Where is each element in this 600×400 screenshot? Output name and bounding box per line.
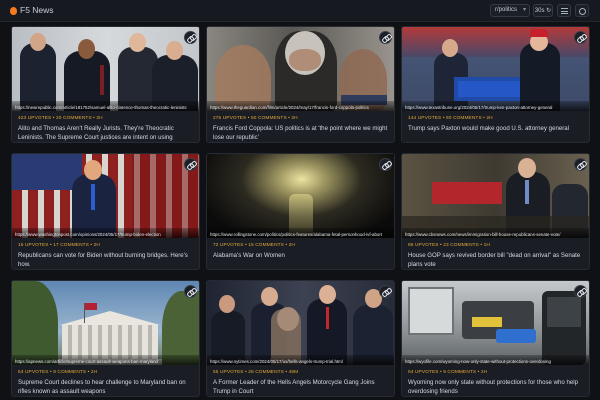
article-url: https://www.theguardian.com/film/article… [210,105,369,110]
grid-icon [561,8,568,14]
post-title[interactable]: A Former Leader of the Hells Angels Moto… [213,379,391,396]
open-link-icon[interactable] [379,158,392,171]
thumbnail-image[interactable]: https://www.rollingstone.com/politics/po… [207,154,394,238]
news-card[interactable]: https://www.texastribune.org/2024/05/17/… [401,26,590,143]
thumbnail-image[interactable]: https://www.nytimes.com/2024/05/17/us/he… [207,281,394,365]
gear-icon [579,8,586,15]
news-card[interactable]: https://www.cbsnews.com/news/immigration… [401,153,590,270]
article-url: https://www.cbsnews.com/news/immigration… [405,232,561,237]
news-card[interactable]: https://www.washingtonpost.com/opinions/… [11,153,200,270]
post-meta: 275 UPVOTES • 50 COMMENTS • 2H [213,116,298,121]
post-title[interactable]: Supreme Court declines to hear challenge… [18,379,196,396]
article-url: https://newrepublic.com/article/181752/s… [15,105,187,110]
post-title[interactable]: House GOP says revived border bill "dead… [408,252,586,269]
article-url: https://www.nytimes.com/2024/05/17/us/he… [210,359,343,364]
open-link-icon[interactable] [184,158,197,171]
flame-logo-icon [10,7,17,15]
post-meta: 16 UPVOTES • 17 COMMENTS • 2H [18,243,100,248]
thumbnail-image[interactable]: https://wyofile.com/wyoming-now-only-sta… [402,281,589,365]
thumbnail-image[interactable]: https://www.theguardian.com/film/article… [207,27,394,111]
open-link-icon[interactable] [574,285,587,298]
thumbnail-image[interactable]: https://www.cbsnews.com/news/immigration… [402,154,589,238]
article-url: https://www.rollingstone.com/politics/po… [210,232,383,237]
post-meta: 54 UPVOTES • 8 COMMENTS • 2H [18,370,98,375]
thumbnail-image[interactable]: https://apnews.com/article/supreme-court… [12,281,199,365]
refresh-interval-label: 30s [534,8,545,14]
article-url: https://www.texastribune.org/2024/05/17/… [405,105,553,110]
news-card[interactable]: https://www.nytimes.com/2024/05/17/us/he… [206,280,395,397]
article-url: https://www.washingtonpost.com/opinions/… [15,232,161,237]
news-card[interactable]: https://apnews.com/article/supreme-court… [11,280,200,397]
thumbnail-image[interactable]: https://newrepublic.com/article/181752/s… [12,27,199,111]
open-link-icon[interactable] [379,285,392,298]
post-title[interactable]: Alabama's War on Women [213,252,391,261]
article-url: https://apnews.com/article/supreme-court… [15,359,159,364]
chevron-down-icon: ▾ [522,7,526,13]
subreddit-select[interactable]: r/politics ▾ [490,4,530,17]
news-card[interactable]: https://newrepublic.com/article/181752/s… [11,26,200,143]
open-link-icon[interactable] [574,158,587,171]
top-bar: F5 News r/politics ▾ 30s ↻ [0,0,600,22]
layout-toggle-button[interactable] [557,4,571,17]
thumbnail-image[interactable]: https://www.texastribune.org/2024/05/17/… [402,27,589,111]
thumbnail-image[interactable]: https://www.washingtonpost.com/opinions/… [12,154,199,238]
post-title[interactable]: Francis Ford Coppola: US politics is at … [213,125,391,142]
open-link-icon[interactable] [574,31,587,44]
post-title[interactable]: Wyoming now only state without protectio… [408,379,586,396]
post-title[interactable]: Republicans can vote for Biden without b… [18,252,196,269]
settings-button[interactable] [575,4,589,17]
post-meta: 54 UPVOTES • 9 COMMENTS • 2H [408,370,488,375]
refresh-interval-button[interactable]: 30s ↻ [533,4,553,17]
post-meta: 72 UPVOTES • 15 COMMENTS • 2H [213,243,295,248]
article-url: https://wyofile.com/wyoming-now-only-sta… [405,359,551,364]
post-meta: 423 UPVOTES • 20 COMMENTS • 2H [18,116,103,121]
app-title: F5 News [20,5,54,15]
news-card[interactable]: https://wyofile.com/wyoming-now-only-sta… [401,280,590,397]
post-meta: 55 UPVOTES • 28 COMMENTS • 48M [213,370,299,375]
refresh-icon: ↻ [546,8,552,14]
post-meta: 144 UPVOTES • 60 COMMENTS • 2H [408,116,493,121]
post-title[interactable]: Alito and Thomas Aren't Really Jurists. … [18,125,196,142]
open-link-icon[interactable] [184,285,197,298]
news-card[interactable]: https://www.rollingstone.com/politics/po… [206,153,395,270]
news-card[interactable]: https://www.theguardian.com/film/article… [206,26,395,143]
open-link-icon[interactable] [379,31,392,44]
open-link-icon[interactable] [184,31,197,44]
subreddit-select-value: r/politics [495,7,518,13]
post-title[interactable]: Trump says Paxton would make good U.S. a… [408,125,586,134]
post-meta: 86 UPVOTES • 23 COMMENTS • 1H [408,243,490,248]
